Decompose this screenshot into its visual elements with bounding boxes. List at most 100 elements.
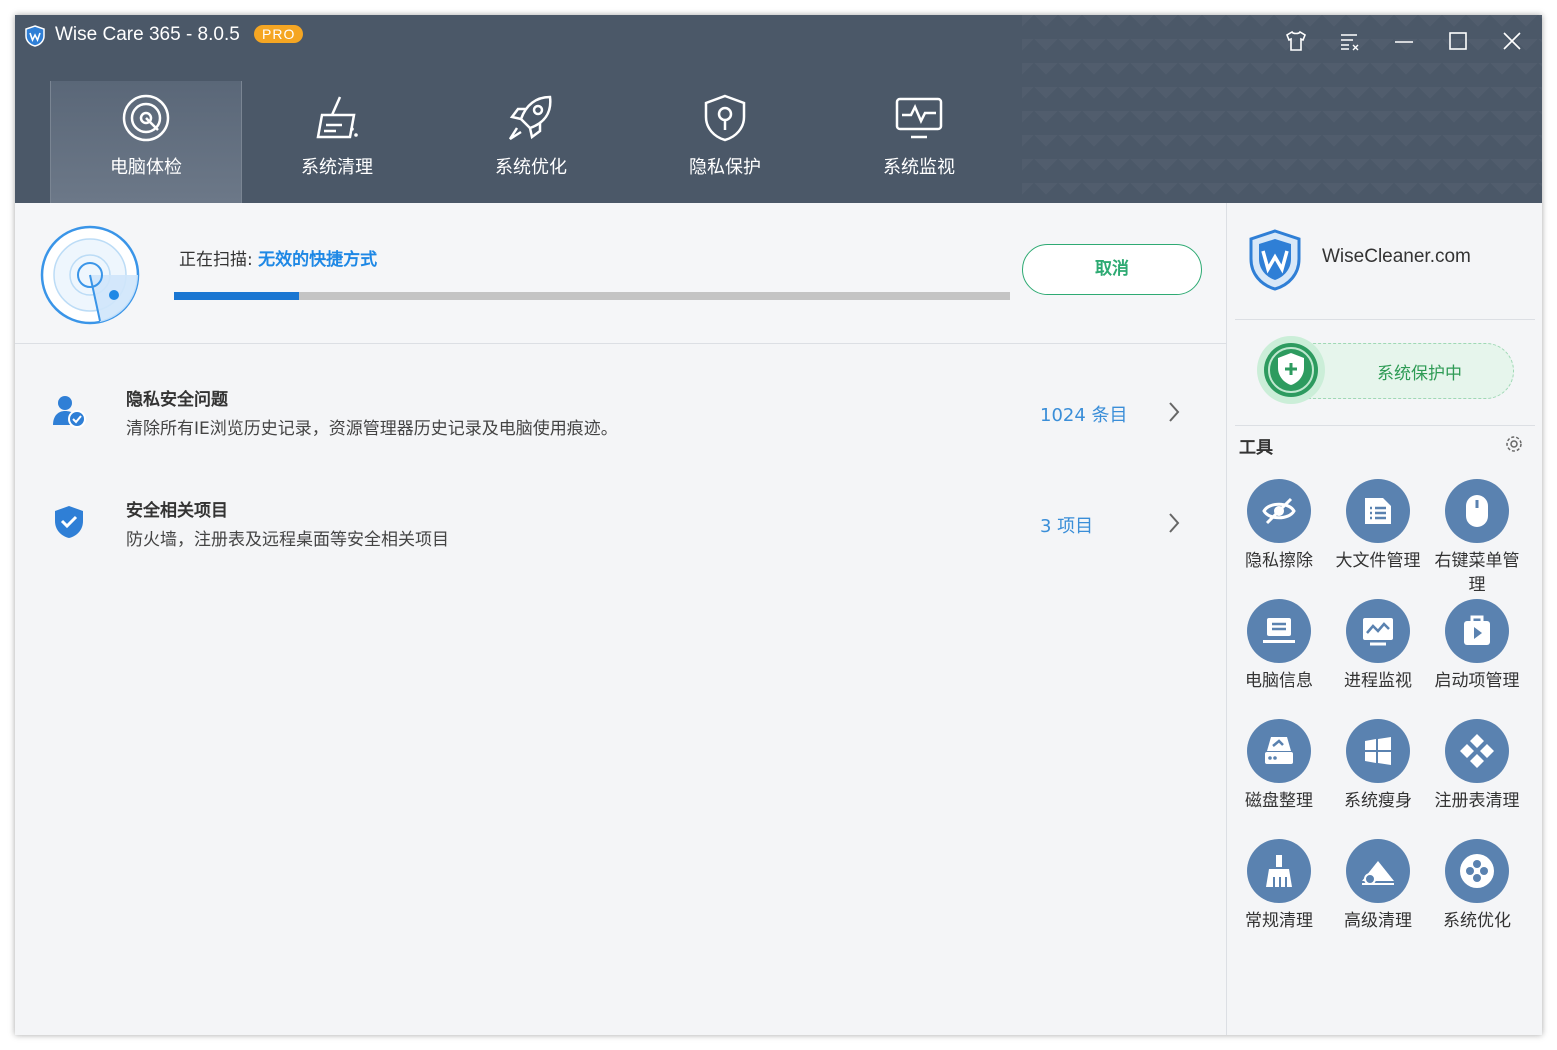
issue-title: 隐私安全问题 [126, 390, 228, 410]
tool-label: 系统瘦身 [1344, 791, 1412, 811]
app-window: Wise Care 365 - 8.0.5 PRO 电脑体检 系统清理 系统优化… [15, 15, 1542, 1035]
tool-label: 进程监视 [1344, 671, 1412, 691]
skin-button[interactable] [1282, 27, 1310, 55]
tool-startup-manager[interactable]: 启动项管理 [1429, 599, 1525, 717]
tool-label: 隐私擦除 [1245, 551, 1313, 571]
tool-icon-circle [1445, 599, 1509, 663]
process-monitor-icon [1363, 618, 1393, 646]
radar-icon [122, 94, 170, 142]
tab-checkup[interactable]: 电脑体检 [50, 81, 242, 203]
cancel-button[interactable]: 取消 [1022, 244, 1202, 295]
brush-icon [1266, 855, 1292, 887]
tab-label: 系统清理 [301, 157, 373, 178]
tool-icon-circle [1346, 599, 1410, 663]
issue-description: 清除所有IE浏览历史记录，资源管理器历史记录及电脑使用痕迹。 [126, 419, 618, 439]
rocket-icon [508, 95, 552, 141]
tool-registry-cleaner[interactable]: 注册表清理 [1429, 719, 1525, 837]
tool-pc-info[interactable]: 电脑信息 [1231, 599, 1327, 717]
tool-icon-circle [1445, 479, 1509, 543]
laptop-icon [1263, 618, 1295, 643]
chevron-right-icon[interactable] [1167, 401, 1181, 423]
privacy-shield-icon [704, 94, 746, 142]
registry-icon [1460, 734, 1494, 768]
tool-icon-circle [1247, 479, 1311, 543]
maximize-button[interactable] [1444, 27, 1472, 55]
tool-large-file[interactable]: 大文件管理 [1330, 479, 1426, 597]
tab-label: 电脑体检 [110, 157, 182, 178]
tool-label: 大文件管理 [1335, 551, 1421, 571]
windows-icon [1365, 737, 1391, 765]
shield-check-icon [55, 506, 83, 538]
tool-icon-circle [1346, 479, 1410, 543]
menu-icon [1341, 34, 1359, 51]
tools-title: 工具 [1239, 438, 1273, 458]
tool-icon-circle [1445, 839, 1509, 903]
issue-count[interactable]: 3 项目 [1040, 512, 1093, 538]
tool-common-clean[interactable]: 常规清理 [1231, 839, 1327, 957]
protection-status[interactable]: 系统保护中 [1257, 336, 1514, 404]
header: Wise Care 365 - 8.0.5 PRO 电脑体检 系统清理 系统优化… [15, 15, 1542, 203]
tool-system-optimize[interactable]: 系统优化 [1429, 839, 1525, 957]
tool-advanced-clean[interactable]: 高级清理 [1330, 839, 1426, 957]
divider [1235, 319, 1535, 320]
tool-icon-circle [1346, 719, 1410, 783]
user-shield-icon [53, 396, 86, 428]
scan-target: 无效的快捷方式 [258, 250, 378, 270]
protection-label: 系统保护中 [1377, 364, 1462, 384]
tool-label: 磁盘整理 [1245, 791, 1313, 811]
mouse-icon [1466, 495, 1488, 527]
issue-security[interactable]: 安全相关项目 防火墙，注册表及远程桌面等安全相关项目 3 项目 [15, 466, 1226, 566]
tool-icon-circle [1445, 719, 1509, 783]
shield-plus-icon [1264, 343, 1318, 397]
eye-off-icon [1262, 497, 1296, 525]
tool-icon-circle [1346, 839, 1410, 903]
brand-name[interactable]: WiseCleaner.com [1322, 246, 1471, 268]
tool-label: 系统优化 [1443, 911, 1511, 931]
tab-privacy[interactable]: 隐私保护 [630, 81, 820, 203]
tab-label: 系统优化 [495, 157, 567, 178]
close-button[interactable] [1498, 27, 1526, 55]
divider [1235, 425, 1535, 426]
tab-optimize[interactable]: 系统优化 [436, 81, 626, 203]
file-list-icon [1365, 498, 1391, 524]
main-panel: 正在扫描: 无效的快捷方式 取消 隐私安全问题 清除所有IE浏览历史记录，资源管… [15, 203, 1226, 1035]
chevron-right-icon[interactable] [1167, 512, 1181, 534]
tool-icon-circle [1247, 839, 1311, 903]
app-title: Wise Care 365 - 8.0.5 [55, 24, 240, 45]
tool-process-monitor[interactable]: 进程监视 [1330, 599, 1426, 717]
tab-monitor[interactable]: 系统监视 [824, 81, 1014, 203]
tool-label: 常规清理 [1245, 911, 1313, 931]
issue-title: 安全相关项目 [126, 501, 228, 521]
tool-icon-circle [1247, 599, 1311, 663]
tab-label: 隐私保护 [689, 157, 761, 178]
scan-progress-fill [174, 292, 300, 300]
tool-context-menu[interactable]: 右键菜单管理 [1429, 479, 1525, 597]
gear-icon[interactable] [1504, 434, 1524, 454]
tool-system-slim[interactable]: 系统瘦身 [1330, 719, 1426, 837]
issue-count[interactable]: 1024 条目 [1040, 401, 1128, 427]
sidebar: WiseCleaner.com 系统保护中 工具 隐私擦除 大文件管理 右键菜单… [1226, 203, 1542, 1035]
maximize-icon [1449, 32, 1467, 50]
close-icon [1503, 32, 1521, 50]
tool-label: 高级清理 [1344, 911, 1412, 931]
shirt-icon [1286, 30, 1306, 51]
tab-clean[interactable]: 系统清理 [242, 81, 432, 203]
tool-privacy-eraser[interactable]: 隐私擦除 [1231, 479, 1327, 597]
scan-progress-bar [174, 292, 1010, 300]
tool-label: 右键菜单管理 [1434, 551, 1520, 595]
monitor-pulse-icon [895, 97, 943, 139]
tool-label: 注册表清理 [1434, 791, 1520, 811]
minimize-button[interactable] [1390, 27, 1418, 55]
fan-icon [1460, 854, 1494, 888]
tool-disk-defrag[interactable]: 磁盘整理 [1231, 719, 1327, 837]
eraser-icon [1362, 861, 1394, 885]
protection-badge [1257, 336, 1325, 404]
tab-label: 系统监视 [883, 157, 955, 178]
wisecleaner-logo-icon [1249, 229, 1301, 291]
issue-privacy[interactable]: 隐私安全问题 清除所有IE浏览历史记录，资源管理器历史记录及电脑使用痕迹。 10… [15, 355, 1226, 455]
disk-icon [1265, 737, 1293, 764]
pro-badge: PRO [254, 25, 304, 43]
app-logo-icon [25, 25, 45, 47]
menu-button[interactable] [1336, 27, 1364, 55]
tool-label: 电脑信息 [1245, 671, 1313, 691]
